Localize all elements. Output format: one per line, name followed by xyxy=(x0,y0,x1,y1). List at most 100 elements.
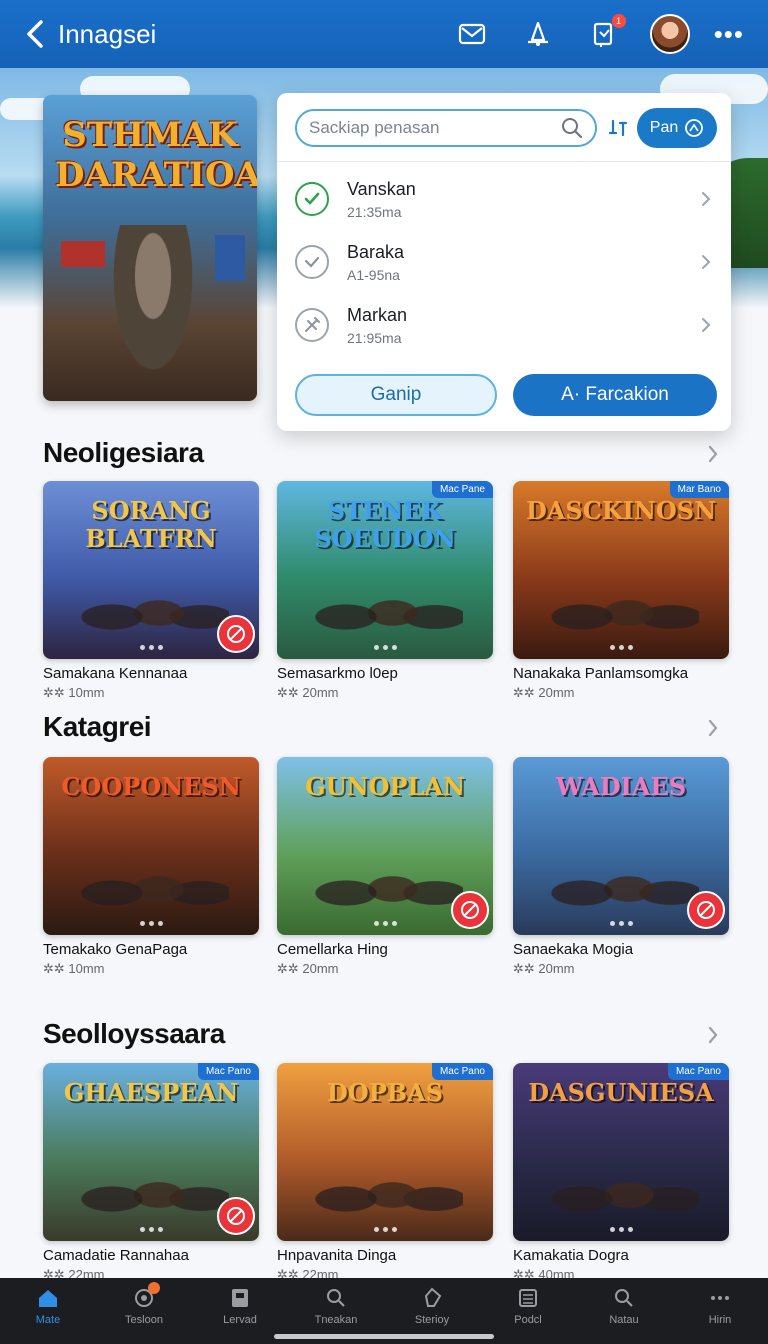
game-thumbnail[interactable]: GHAESPEAN Mac Pano xyxy=(43,1063,259,1241)
list-item[interactable]: Markan 21:95ma xyxy=(277,294,731,356)
list-item-sub: A1-95na xyxy=(347,266,400,283)
search-icon xyxy=(612,1286,636,1310)
notification-badge: 1 xyxy=(611,14,626,28)
bell-icon xyxy=(527,21,548,46)
more-icon xyxy=(708,1286,732,1310)
game-card[interactable]: DASCKINOSN Mar Bano Nanakaka Panlamsomgka ✲… xyxy=(513,481,729,701)
thumbnail-title: WADIAES xyxy=(555,772,687,801)
no-sign-badge-icon[interactable] xyxy=(217,1197,255,1235)
notifications-button[interactable]: 1 xyxy=(588,14,626,50)
chevron-right-icon[interactable] xyxy=(706,443,720,465)
game-name: Semasarkmo l0ep xyxy=(277,665,398,682)
featured-character-art xyxy=(103,225,203,395)
list-item-name: Vanskan xyxy=(347,178,416,199)
no-sign-badge-icon[interactable] xyxy=(451,891,489,929)
tools-icon xyxy=(295,308,329,342)
chevron-right-icon xyxy=(702,255,711,269)
thumbnail-title: DOPBAS xyxy=(326,1078,443,1107)
nav-item-label: Tneakan xyxy=(314,1314,358,1326)
game-thumbnail[interactable]: DOPBAS Mac Pano xyxy=(277,1063,493,1241)
game-card[interactable]: COOPONESN Temakako GenaPaga ✲✲ 10mm xyxy=(43,757,259,977)
thumbnail-title: SORANG BLATFRN xyxy=(85,496,217,553)
game-thumbnail[interactable]: COOPONESN xyxy=(43,757,259,935)
game-name: Kamakatia Dogra xyxy=(513,1247,629,1264)
back-button[interactable] xyxy=(24,14,52,54)
game-card[interactable]: STENEK SOEUDON Mac Pane Semasarkmo l0ep ✲✲ … xyxy=(277,481,493,701)
nav-item-label: Podcl xyxy=(514,1314,542,1326)
thumbnail-title: GUNOPLAN xyxy=(305,772,465,801)
game-card[interactable]: DOPBAS Mac Pano Hnpavanita Dinga ✲✲ 22mm xyxy=(277,1063,493,1283)
character-art xyxy=(73,1151,229,1231)
list-item[interactable]: Baraka A1-95na xyxy=(277,231,731,293)
alert-button[interactable] xyxy=(522,18,554,50)
thumbnail-tag: Mar Bano xyxy=(669,481,729,498)
farcakion-button[interactable]: A· Farcakion xyxy=(513,374,717,416)
carousel-dots xyxy=(135,1227,167,1233)
game-thumbnail[interactable]: GUNOPLAN xyxy=(277,757,493,935)
section-title: Neoligesiara xyxy=(43,437,204,468)
thumbnail-title: DASGUNIESA xyxy=(528,1078,714,1107)
carousel-dots xyxy=(605,1227,637,1233)
thumbnail-tag: Mac Pano xyxy=(431,1063,493,1080)
list-item-name: Baraka xyxy=(347,241,405,262)
nav-item-label: Tesloon xyxy=(125,1314,163,1326)
game-thumbnail[interactable]: DASCKINOSN Mar Bano xyxy=(513,481,729,659)
thumbnail-tag: Mac Pano xyxy=(197,1063,259,1080)
search-box[interactable] xyxy=(295,109,597,147)
avatar[interactable] xyxy=(649,14,690,54)
nav-item-0[interactable]: Mate xyxy=(0,1278,96,1344)
game-card[interactable]: DASGUNIESA Mac Pano Kamakatia Dogra ✲✲ 40mm xyxy=(513,1063,729,1283)
game-meta: ✲✲ 20mm xyxy=(277,961,339,976)
game-card[interactable]: SORANG BLATFRN Samakana Kennanaa ✲✲ 10mm xyxy=(43,481,259,701)
carousel-dots xyxy=(369,1227,401,1233)
no-sign-badge-icon[interactable] xyxy=(687,891,725,929)
thumbnail-title: GHAESPEAN xyxy=(63,1078,239,1107)
list-item-name: Markan xyxy=(347,304,408,325)
check-circle-icon xyxy=(295,182,329,216)
nav-item-label: Lervad xyxy=(223,1314,257,1326)
carousel-dots xyxy=(605,921,637,927)
game-name: Cemellarka Hing xyxy=(277,941,388,958)
no-sign-badge-icon[interactable] xyxy=(217,615,255,653)
nav-item-5[interactable]: Podcl xyxy=(480,1278,576,1344)
game-thumbnail[interactable]: STENEK SOEUDON Mac Pane xyxy=(277,481,493,659)
featured-game-title: STHMAK DARATIOA xyxy=(55,115,257,195)
chevron-right-icon[interactable] xyxy=(706,717,720,739)
game-thumbnail[interactable]: SORANG BLATFRN xyxy=(43,481,259,659)
carousel-dots xyxy=(605,645,637,651)
nav-notification-dot xyxy=(148,1282,160,1294)
star-icon xyxy=(420,1286,444,1310)
thumbnail-tag: Mac Pane xyxy=(431,481,493,498)
more-menu-button[interactable]: ••• xyxy=(714,19,744,50)
game-thumbnail[interactable]: WADIAES xyxy=(513,757,729,935)
nav-item-7[interactable]: Hirin xyxy=(672,1278,768,1344)
character-art xyxy=(543,845,699,925)
nav-item-6[interactable]: Natau xyxy=(576,1278,672,1344)
filter-icon[interactable] xyxy=(607,117,629,139)
featured-game-card[interactable]: STHMAK DARATIOA xyxy=(43,95,257,401)
game-card[interactable]: GHAESPEAN Mac Pano Camadatie Rannahaa ✲✲ 22… xyxy=(43,1063,259,1283)
pan-button-label: Pan xyxy=(649,119,679,136)
nav-item-label: Natau xyxy=(609,1314,639,1326)
game-thumbnail[interactable]: DASGUNIESA Mac Pano xyxy=(513,1063,729,1241)
character-art xyxy=(307,845,463,925)
section-title: Seolloyssaara xyxy=(43,1018,225,1049)
search-input[interactable] xyxy=(309,118,561,138)
pan-button[interactable]: Pan xyxy=(637,108,717,148)
more-icon: ••• xyxy=(713,18,744,49)
character-art xyxy=(307,1151,463,1231)
thumbnail-title: STENEK SOEUDON xyxy=(314,496,456,553)
thumbnail-title: COOPONESN xyxy=(61,772,241,801)
home-indicator xyxy=(274,1334,494,1339)
thumbnail-tag: Mac Pano xyxy=(667,1063,729,1080)
chevron-right-icon[interactable] xyxy=(706,1024,720,1046)
mail-button[interactable] xyxy=(456,18,488,50)
game-card[interactable]: GUNOPLAN Cemellarka Hing ✲✲ 20mm xyxy=(277,757,493,977)
nav-item-1[interactable]: Tesloon xyxy=(96,1278,192,1344)
list-item[interactable]: Vanskan 21:35ma xyxy=(277,168,731,230)
search-icon[interactable] xyxy=(561,117,583,139)
section-title: Katagrei xyxy=(43,711,152,742)
ganip-button[interactable]: Ganip xyxy=(295,374,497,416)
search-icon xyxy=(324,1286,348,1310)
game-card[interactable]: WADIAES Sanaekaka Mogia ✲✲ 20mm xyxy=(513,757,729,977)
